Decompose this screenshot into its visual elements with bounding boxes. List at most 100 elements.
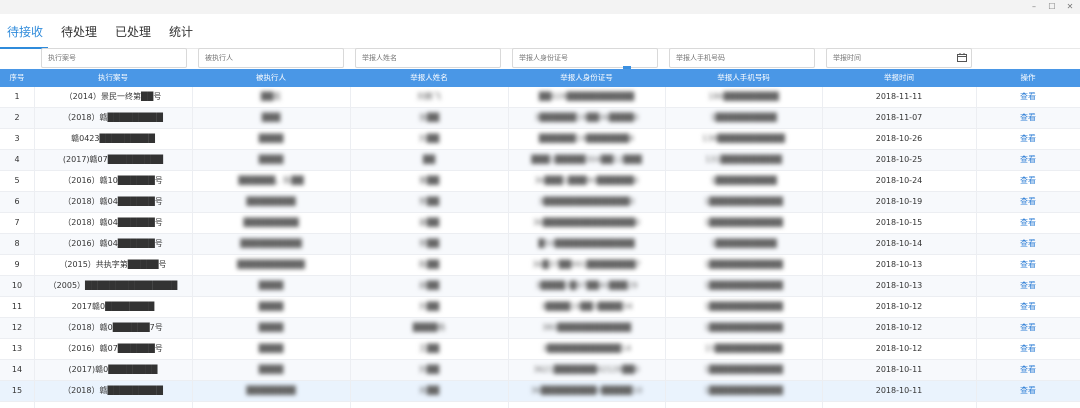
reporter-name-cell: 胡██ <box>418 281 440 290</box>
table-row[interactable]: 14 (2017)赣0████████ ████ 刘██ 3621███████4212… <box>0 360 1080 381</box>
reporter-name-filter-input[interactable] <box>355 48 501 68</box>
executed-cell: ██医 <box>260 92 282 101</box>
table-row[interactable]: 9 （2015）共执字第█████号 ███████████ 陈██ 36█37██99… <box>0 255 1080 276</box>
tab-statistics[interactable]: 统计 <box>169 23 193 40</box>
reporter-phone-cell: 1████████████ <box>704 302 783 311</box>
row-number-cell: 8 <box>14 239 20 248</box>
reporter-name-cell: 肖██ <box>418 386 440 395</box>
col-header-executed: 被执行人 <box>256 73 286 82</box>
tab-bar: 待接收 待处理 已处理 统计 <box>0 14 1080 49</box>
reporter-id-cell: 3████████████14 <box>541 344 632 353</box>
view-link[interactable]: 查看 <box>976 339 1080 359</box>
reporter-name-cell: 刘██ <box>418 365 440 374</box>
view-link[interactable]: 查看 <box>976 129 1080 149</box>
report-time-cell: 2018-10-13 <box>875 281 923 290</box>
executed-filter-input[interactable] <box>198 48 344 68</box>
executed-cell: ████ <box>258 281 284 290</box>
reporter-id-cell: 3████3█97██40███29 <box>535 281 638 290</box>
reporter-id-cell: ███1█████304██12███ <box>531 155 642 164</box>
view-link[interactable]: 查看 <box>976 171 1080 191</box>
calendar-icon[interactable] <box>957 53 967 62</box>
reporter-id-cell: 3██████19██06████0 <box>534 113 639 122</box>
tab-pending-receive[interactable]: 待接收 <box>7 23 43 40</box>
table-row[interactable]: 10 （2005）███████████████ ████ 胡██ 3████3█97█… <box>0 276 1080 297</box>
reporter-id-cell: █50█████████████ <box>538 239 635 248</box>
table-row[interactable]: 3 赣0423█████████ ████ 刘██ ██████19███████4 13… <box>0 129 1080 150</box>
view-link[interactable]: 查看 <box>976 297 1080 317</box>
view-link[interactable]: 查看 <box>976 276 1080 296</box>
table-row[interactable]: 1 （2014）景民一终第██号 ██医 刘鹏飞 ██028███████████ 186… <box>0 87 1080 108</box>
column-divider <box>34 87 35 408</box>
reporter-name-cell: 张██ <box>418 113 440 122</box>
case-no-cell: （2018）赣█████████ <box>63 386 163 395</box>
reporter-phone-cell: 1████████████ <box>704 260 783 269</box>
tab-processed[interactable]: 已处理 <box>115 23 151 40</box>
view-link[interactable]: 查看 <box>976 360 1080 380</box>
case-no-cell: （2014）景民一终第██号 <box>64 92 162 101</box>
table-row[interactable]: 4 (2017)赣07█████████ ████ ██ ███1█████304██1… <box>0 150 1080 171</box>
case-no-cell: (2017)赣07█████████ <box>62 155 164 164</box>
executed-cell: █████████ <box>243 218 299 227</box>
table-row[interactable]: 5 （2016）赣10██████号 ██████，陈██ 曾██ 36███1███9… <box>0 171 1080 192</box>
row-number-cell: 4 <box>14 155 20 164</box>
view-link[interactable]: 查看 <box>976 87 1080 107</box>
reporter-id-filter-input[interactable] <box>512 48 658 68</box>
reporter-id-cell: ██████19███████4 <box>538 134 635 143</box>
reporter-id-cell: 3████19██3████34 <box>540 302 633 311</box>
column-divider <box>976 87 977 408</box>
executed-cell: ████ <box>258 134 284 143</box>
reporter-phone-filter-input[interactable] <box>669 48 815 68</box>
view-link[interactable]: 查看 <box>976 318 1080 338</box>
reporter-id-cell: 36███1███90██████0 <box>534 176 639 185</box>
row-number-cell: 5 <box>14 176 20 185</box>
report-time-cell: 2018-10-12 <box>875 323 923 332</box>
reporter-name-cell: ████杨 <box>412 323 446 332</box>
row-number-cell: 7 <box>14 218 20 227</box>
report-time-cell: 2018-10-14 <box>875 239 923 248</box>
reporter-name-cell: 陈██ <box>418 260 440 269</box>
report-time-cell: 2018-10-19 <box>875 197 923 206</box>
view-link[interactable]: 查看 <box>976 381 1080 401</box>
table-row[interactable]: 12 （2018）赣0██████7号 ████ ████杨 380██████████… <box>0 318 1080 339</box>
reporter-name-cell: 贺██ <box>418 197 440 206</box>
table-row[interactable]: 6 （2018）赣04██████号 ████████ 贺██ 3███████████… <box>0 192 1080 213</box>
reporter-phone-cell: 138███████████ <box>702 134 785 143</box>
reporter-name-cell: 谢██ <box>418 218 440 227</box>
row-number-cell: 6 <box>14 197 20 206</box>
view-link[interactable]: 查看 <box>976 255 1080 275</box>
row-number-cell: 10 <box>11 281 23 290</box>
executed-cell: ████ <box>258 365 284 374</box>
row-number-cell: 14 <box>11 365 23 374</box>
table-row[interactable]: 2 （2018）赣█████████ ███ 张██ 3██████19██06████… <box>0 108 1080 129</box>
executed-cell: ████ <box>258 155 284 164</box>
view-link[interactable]: 查看 <box>976 150 1080 170</box>
view-link[interactable]: 查看 <box>976 108 1080 128</box>
reporter-id-cell: 380████████████ <box>541 323 632 332</box>
report-time-cell: 2018-10-26 <box>875 134 923 143</box>
reporter-phone-cell: 131██████████ <box>705 155 782 164</box>
table-row[interactable]: 11 2017赣0████████ ████ 刘██ 3████19██3████34 1… <box>0 297 1080 318</box>
col-header-case-no: 执行案号 <box>98 73 128 82</box>
case-no-cell: （2018）赣0██████7号 <box>63 323 163 332</box>
reporter-id-cell: 36█████████0█████10 <box>530 386 643 395</box>
report-time-cell: 2018-10-12 <box>875 302 923 311</box>
view-link[interactable]: 查看 <box>976 234 1080 254</box>
report-time-filter-input[interactable] <box>826 48 972 68</box>
row-number-cell: 11 <box>11 302 23 311</box>
table-row[interactable]: 15 （2018）赣█████████ ████████ 肖██ 36█████████… <box>0 381 1080 402</box>
view-link[interactable]: 查看 <box>976 213 1080 233</box>
reporter-name-cell: 王██ <box>418 344 440 353</box>
table-row[interactable]: 8 （2016）赣04██████号 ██████████ 贺██ █50███████… <box>0 234 1080 255</box>
reporter-phone-cell: 186█████████ <box>708 92 779 101</box>
report-time-cell: 2018-10-25 <box>875 155 923 164</box>
report-time-cell: 2018-10-12 <box>875 344 923 353</box>
table-row[interactable]: 7 （2018）赣04██████号 █████████ 谢██ 36█████████… <box>0 213 1080 234</box>
reporter-id-cell: 36█37██991████████7 <box>532 260 641 269</box>
tab-pending-process[interactable]: 待处理 <box>61 23 97 40</box>
case-no-filter-input[interactable] <box>41 48 187 68</box>
close-icon[interactable]: ✕ <box>1058 0 1080 14</box>
column-divider <box>822 87 823 408</box>
row-number-cell: 3 <box>14 134 20 143</box>
table-row[interactable]: 13 （2016）赣07██████号 ████ 王██ 3████████████14… <box>0 339 1080 360</box>
view-link[interactable]: 查看 <box>976 192 1080 212</box>
